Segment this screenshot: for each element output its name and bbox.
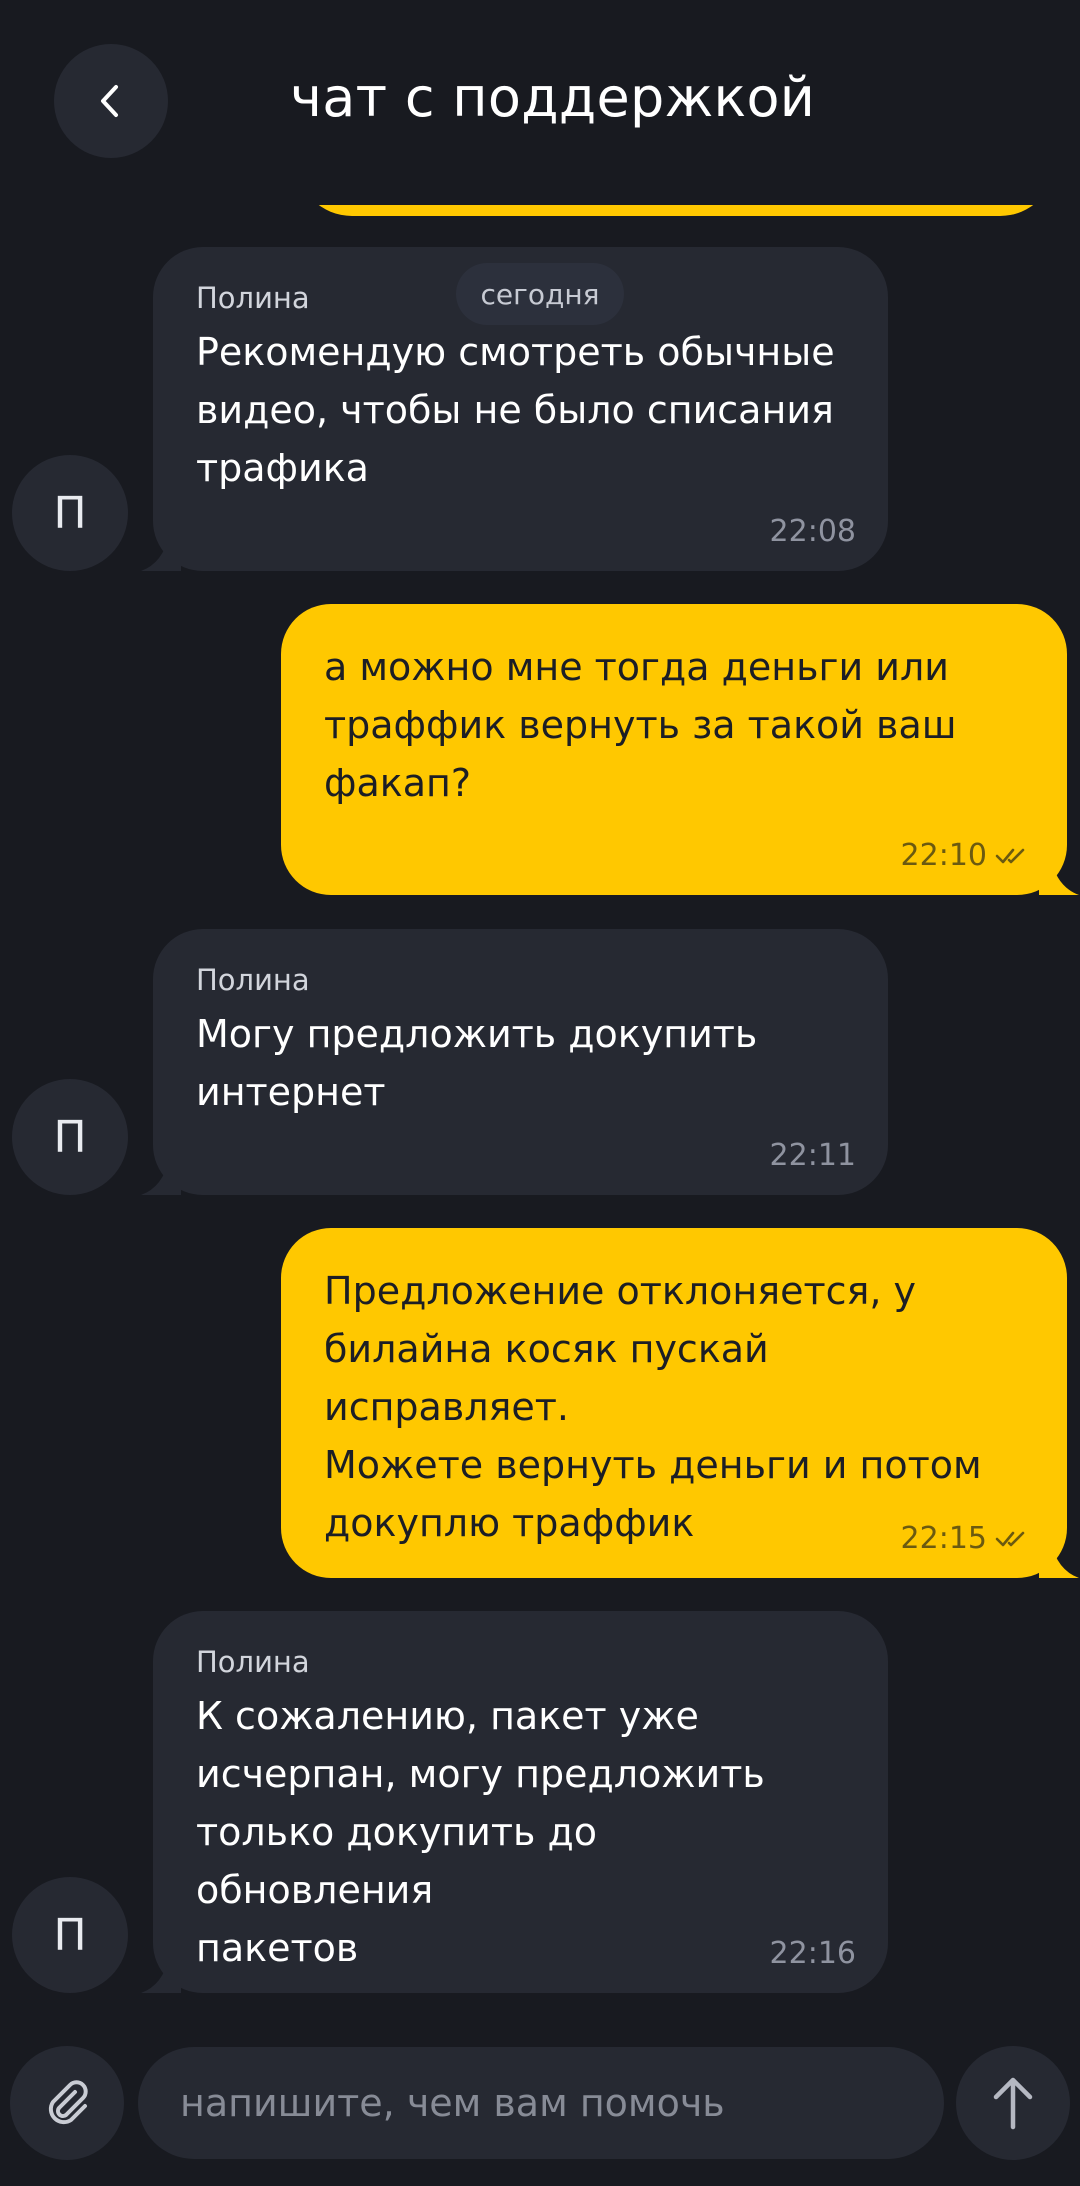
message-time-row: 22:15 <box>901 1521 1031 1556</box>
message-time: 22:11 <box>769 1138 856 1173</box>
message-time: 22:16 <box>769 1936 856 1971</box>
message-time: 22:10 <box>900 838 987 873</box>
chevron-left-icon <box>101 85 118 117</box>
back-button[interactable] <box>54 44 168 158</box>
agent-avatar: П <box>12 1079 128 1195</box>
outgoing-message-bubble: Предложение отклоняется, у билайна косяк… <box>281 1228 1079 1578</box>
message-input[interactable] <box>138 2047 944 2159</box>
chat-title: чат с поддержкой <box>290 66 816 129</box>
bubble-tail <box>141 1159 181 1195</box>
bubble-tail <box>1039 1542 1079 1578</box>
double-check-icon <box>995 1531 1025 1546</box>
message-line: факап? <box>324 761 472 805</box>
message-line: К сожалению, пакет уже <box>196 1694 699 1738</box>
message-line: а можно мне тогда деньги или <box>324 645 949 689</box>
message-text: а можно мне тогда деньги или траффик вер… <box>324 638 1025 812</box>
support-chat-screen: чат с поддержкой П Полина Рекомендую смо… <box>0 0 1080 2186</box>
message-line: Могу предложить докупить <box>196 1012 758 1056</box>
message-sender: Полина <box>196 963 310 997</box>
outgoing-message-bubble: а можно мне тогда деньги или траффик вер… <box>281 604 1079 895</box>
message-line: билайна косяк пускай исправляет. <box>324 1327 769 1429</box>
paperclip-icon <box>48 2080 88 2125</box>
message-line: трафика <box>196 446 369 490</box>
bubble-tail <box>1039 859 1079 895</box>
message-line: Можете вернуть деньги и потом <box>324 1443 982 1487</box>
incoming-message-bubble: Полина Могу предложить докупить интернет… <box>141 929 888 1195</box>
message-time: 22:08 <box>769 514 856 549</box>
message-time: 22:15 <box>900 1521 987 1556</box>
message-line: исчерпан, могу предложить <box>196 1752 765 1796</box>
agent-avatar: П <box>12 1877 128 1993</box>
message-line: Рекомендую смотреть обычные <box>196 330 835 374</box>
message-line: интернет <box>196 1070 386 1114</box>
double-check-icon <box>995 848 1025 863</box>
message-text: К сожалению, пакет уже исчерпан, могу пр… <box>196 1687 846 1977</box>
arrow-up-icon <box>993 2077 1033 2130</box>
message-time-row: 22:10 <box>901 838 1031 873</box>
date-separator: сегодня <box>456 263 624 325</box>
message-sender: Полина <box>196 1645 310 1679</box>
message-line: траффик вернуть за такой ваш <box>324 703 957 747</box>
chat-header: чат с поддержкой <box>0 0 1080 205</box>
bubble-tail <box>141 1957 181 1993</box>
incoming-message-bubble: Полина К сожалению, пакет уже исчерпан, … <box>141 1611 888 1993</box>
message-text: Рекомендую смотреть обычные видео, чтобы… <box>196 323 846 497</box>
message-line: Предложение отклоняется, у <box>324 1269 916 1313</box>
message-line: только докупить до обновления <box>196 1810 597 1912</box>
message-text: Предложение отклоняется, у билайна косяк… <box>324 1262 1025 1552</box>
message-line: пакетов <box>196 1926 359 1970</box>
attach-button[interactable] <box>10 2046 124 2160</box>
bubble-tail <box>141 535 181 571</box>
message-text: Могу предложить докупить интернет <box>196 1005 846 1121</box>
message-line: видео, чтобы не было списания <box>196 388 834 432</box>
send-button[interactable] <box>956 2046 1070 2160</box>
agent-avatar: П <box>12 455 128 571</box>
